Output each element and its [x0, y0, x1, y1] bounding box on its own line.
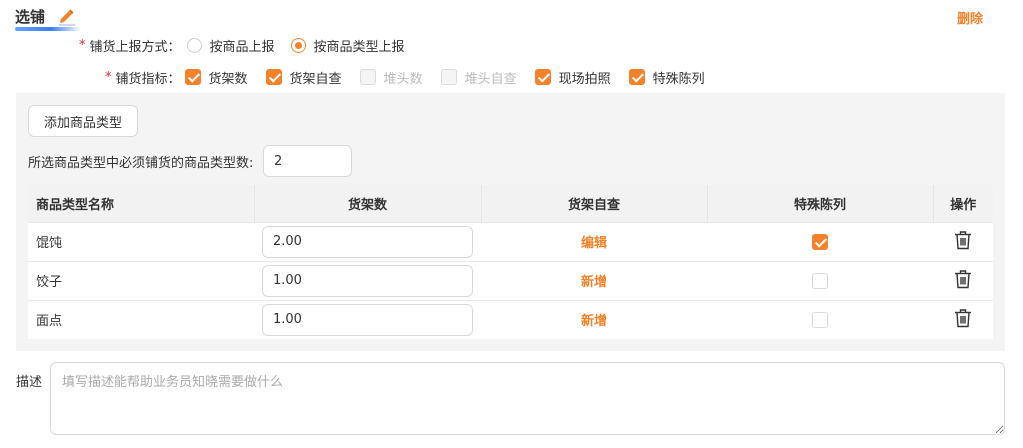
- add-self-check-link[interactable]: 新增: [581, 275, 607, 290]
- special-display-cell: [707, 260, 933, 300]
- self-check-cell: 新增: [481, 299, 707, 339]
- checkbox-label: 货架自查: [289, 71, 342, 87]
- checkbox-box-disabled: [359, 69, 376, 85]
- shelf-count-input[interactable]: [262, 303, 473, 336]
- indicators-label: 铺货指标：: [115, 71, 181, 87]
- action-cell: [933, 260, 993, 300]
- radio-label: 按商品上报: [209, 39, 275, 55]
- column-header: 商品类型名称: [28, 185, 255, 222]
- column-header: 特殊陈列: [707, 185, 934, 222]
- checkbox-shelf-self-check[interactable]: 货架自查: [265, 68, 342, 87]
- required-mark: *: [105, 69, 112, 85]
- column-header: 操作: [933, 185, 993, 222]
- self-check-cell: 编辑: [481, 221, 707, 261]
- radio-by-product-type[interactable]: 按商品类型上报: [290, 36, 405, 55]
- special-display-checkbox[interactable]: [812, 233, 828, 250]
- checkbox-label: 特殊陈列: [652, 71, 705, 87]
- trash-icon[interactable]: [954, 269, 972, 289]
- checkbox-box[interactable]: [265, 69, 282, 85]
- description-textarea[interactable]: [50, 362, 1005, 435]
- edit-self-check-link[interactable]: 编辑: [581, 236, 607, 251]
- checkbox-label: 货架数: [208, 71, 248, 87]
- shelf-count-input[interactable]: [262, 225, 473, 258]
- required-mark: *: [79, 37, 86, 53]
- title-underline: [15, 27, 81, 31]
- add-self-check-link[interactable]: 新增: [581, 314, 607, 329]
- report-method-row: * 铺货上报方式： 按商品上报 按商品类型上报: [79, 34, 421, 56]
- description-label: 描述: [16, 375, 43, 390]
- radio-label: 按商品类型上报: [313, 39, 405, 55]
- product-type-name: 饺子: [28, 260, 254, 300]
- special-display-cell: [707, 221, 933, 261]
- shelf-count-cell: [254, 260, 481, 300]
- self-check-cell: 新增: [481, 260, 707, 300]
- add-product-type-button[interactable]: 添加商品类型: [28, 105, 138, 137]
- action-cell: [933, 299, 993, 339]
- table-row: 饺子 新增: [28, 260, 993, 300]
- checkbox-shelf-count[interactable]: 货架数: [184, 68, 248, 87]
- checkbox-label: 堆头自查: [464, 71, 517, 87]
- special-display-checkbox[interactable]: [812, 311, 828, 328]
- trash-icon[interactable]: [954, 308, 972, 328]
- section-header: 选铺 删除: [15, 4, 1008, 32]
- delete-button[interactable]: 删除: [957, 8, 983, 27]
- report-method-label: 铺货上报方式：: [89, 39, 181, 55]
- checkbox-label: 堆头数: [383, 71, 423, 87]
- required-count-label: 所选商品类型中必须铺货的商品类型数:: [28, 156, 254, 171]
- checkbox-box-disabled: [440, 69, 457, 85]
- shelf-count-cell: [254, 221, 481, 261]
- radio-circle[interactable]: [186, 37, 202, 53]
- special-display-checkbox[interactable]: [812, 272, 828, 289]
- edit-pencil-icon[interactable]: [55, 6, 77, 26]
- column-header: 货架数: [254, 185, 482, 222]
- shelf-count-cell: [254, 299, 481, 339]
- action-cell: [933, 221, 993, 261]
- table-row: 馄饨 编辑: [28, 221, 993, 261]
- trash-icon[interactable]: [954, 230, 972, 250]
- product-type-panel: 添加商品类型 所选商品类型中必须铺货的商品类型数: 商品类型名称 货架数 货架自…: [16, 93, 1005, 351]
- table-header-row: 商品类型名称 货架数 货架自查 特殊陈列 操作: [28, 185, 993, 222]
- radio-circle-selected[interactable]: [290, 37, 306, 53]
- product-type-table: 商品类型名称 货架数 货架自查 特殊陈列 操作 馄饨 编辑: [28, 185, 993, 339]
- product-type-name: 面点: [28, 299, 254, 339]
- special-display-cell: [707, 299, 933, 339]
- checkbox-box[interactable]: [534, 69, 551, 85]
- product-type-name: 馄饨: [28, 221, 254, 261]
- checkbox-onsite-photo[interactable]: 现场拍照: [534, 68, 611, 87]
- checkbox-stack-count: 堆头数: [359, 68, 423, 87]
- radio-by-product[interactable]: 按商品上报: [186, 36, 275, 55]
- shelf-count-input[interactable]: [262, 264, 473, 297]
- checkbox-special-display[interactable]: 特殊陈列: [628, 68, 705, 87]
- checkbox-label: 现场拍照: [558, 71, 611, 87]
- section-title: 选铺: [15, 8, 46, 26]
- table-row: 面点 新增: [28, 299, 993, 339]
- checkbox-box[interactable]: [184, 69, 201, 85]
- column-header: 货架自查: [481, 185, 708, 222]
- indicators-row: * 铺货指标： 货架数 货架自查 堆头数 堆头自查 现场拍照 特殊陈列: [105, 66, 723, 88]
- required-count-input[interactable]: [263, 145, 352, 177]
- checkbox-box[interactable]: [628, 69, 645, 85]
- checkbox-stack-self-check: 堆头自查: [440, 68, 517, 87]
